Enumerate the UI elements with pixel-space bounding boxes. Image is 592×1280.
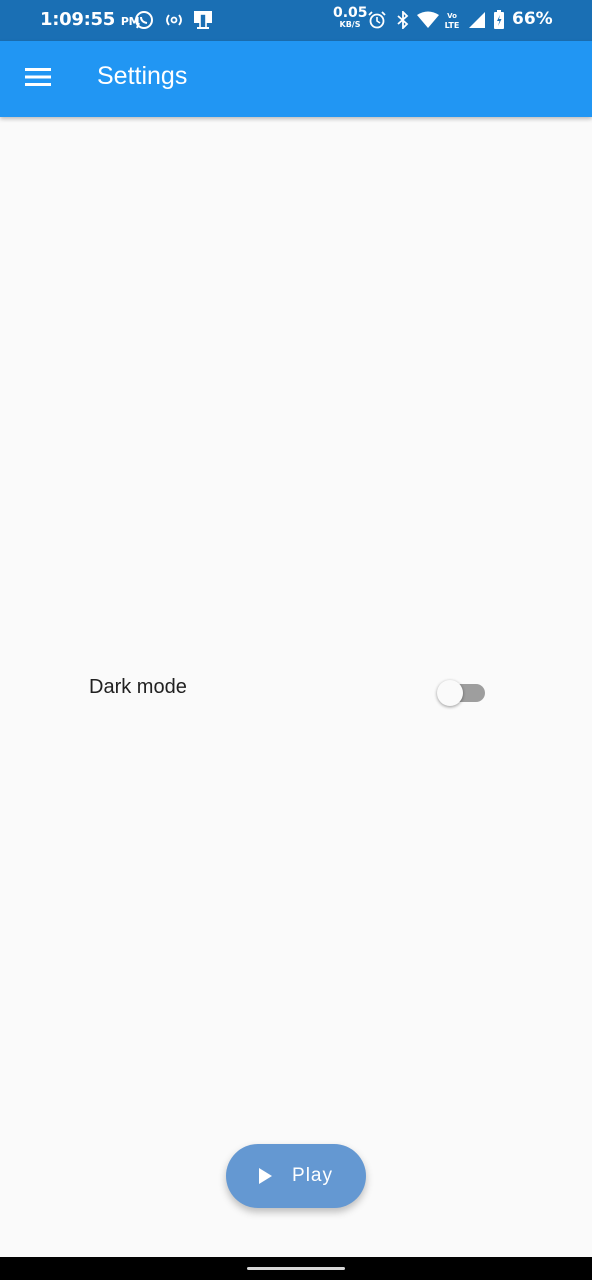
net-speed-value: 0.05 xyxy=(333,5,368,21)
wifi-icon xyxy=(417,9,439,31)
dark-mode-label: Dark mode xyxy=(89,676,187,698)
setting-row-dark-mode: Dark mode xyxy=(89,668,489,708)
play-button[interactable]: Play xyxy=(226,1144,366,1208)
dark-mode-toggle[interactable] xyxy=(435,674,487,706)
battery-icon xyxy=(492,9,506,31)
whatsapp-icon xyxy=(133,9,155,31)
menu-button[interactable] xyxy=(14,55,62,103)
play-icon xyxy=(259,1168,273,1184)
page-title: Settings xyxy=(97,62,188,90)
svg-text:Vo: Vo xyxy=(447,12,457,20)
net-speed: 0.05 KB/S xyxy=(333,5,368,29)
net-speed-unit: KB/S xyxy=(339,20,361,29)
app-bar: Settings xyxy=(0,41,592,117)
status-bar: 1:09:55 PM 0.05 KB/S Vo LTE 66% xyxy=(0,0,592,41)
bluetooth-icon xyxy=(394,9,412,31)
hamburger-menu-icon xyxy=(25,67,51,91)
screencast-icon xyxy=(192,9,214,31)
play-button-label: Play xyxy=(292,1165,333,1186)
home-gesture-handle[interactable] xyxy=(247,1267,345,1270)
status-time-value: 1:09:55 xyxy=(40,9,115,30)
svg-text:LTE: LTE xyxy=(445,21,460,30)
volte-icon: Vo LTE xyxy=(441,9,463,31)
hotspot-icon xyxy=(163,9,185,31)
navigation-bar xyxy=(0,1257,592,1280)
status-time: 1:09:55 PM xyxy=(40,9,140,30)
signal-icon xyxy=(467,9,487,31)
alarm-icon xyxy=(367,9,387,31)
battery-percent: 66% xyxy=(512,9,553,29)
toggle-thumb xyxy=(437,680,463,706)
